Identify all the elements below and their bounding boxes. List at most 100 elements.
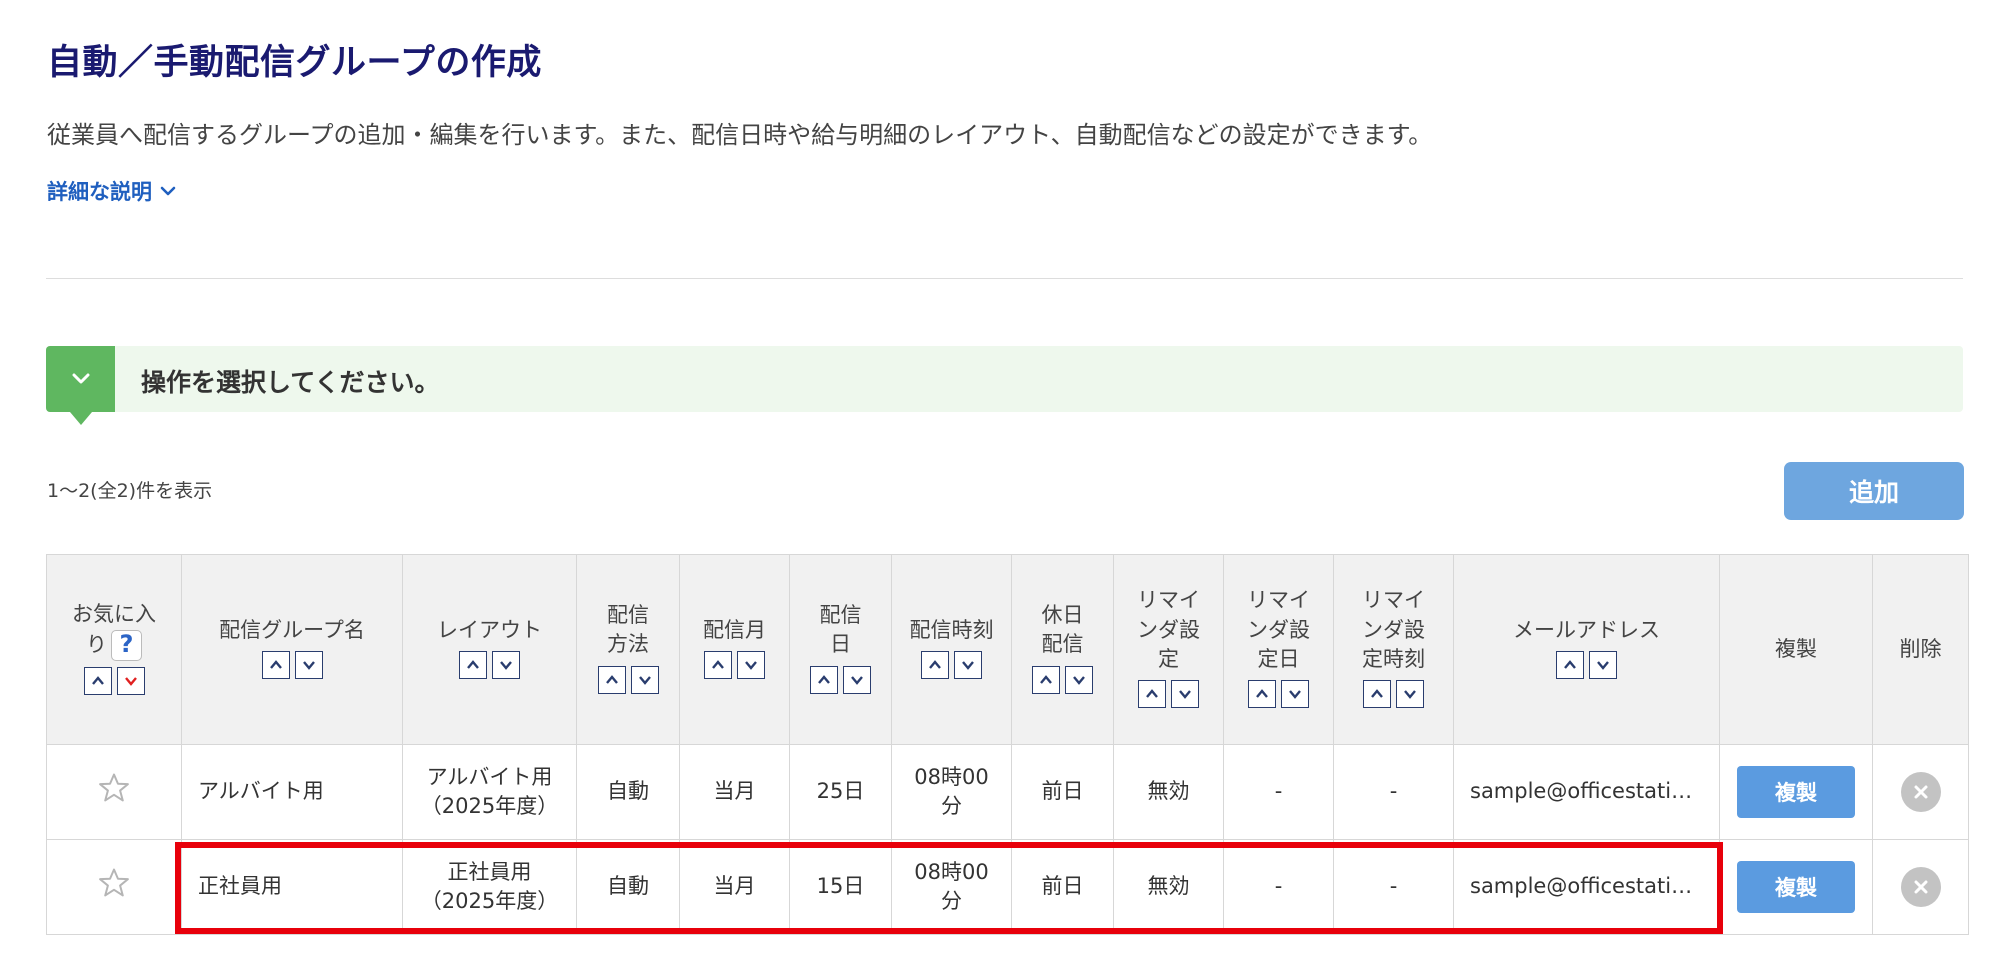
sort-controls	[1556, 651, 1617, 679]
chevron-down-icon	[1073, 675, 1085, 685]
chevron-up-icon	[818, 674, 830, 684]
sort-controls	[921, 651, 982, 679]
header-email: メールアドレス	[1453, 554, 1720, 745]
operation-toggle-button[interactable]	[46, 346, 115, 425]
favorite-cell	[46, 744, 182, 840]
time-minute: 分	[941, 794, 962, 818]
sort-desc-button[interactable]	[1171, 680, 1199, 709]
sort-desc-button[interactable]	[492, 651, 520, 679]
page-description: 従業員へ配信するグループの追加・編集を行います。また、配信日時や給与明細のレイア…	[47, 121, 1433, 149]
group-name-cell[interactable]: アルバイト用	[181, 744, 403, 840]
sort-desc-button[interactable]	[843, 665, 871, 694]
sort-desc-button[interactable]	[1396, 680, 1424, 709]
chevron-up-icon	[1146, 689, 1158, 699]
sort-asc-button[interactable]	[1556, 651, 1584, 679]
header-group-name-label: 配信グループ名	[219, 617, 365, 642]
sort-controls	[810, 665, 871, 694]
method-cell: 自動	[576, 744, 680, 840]
chevron-up-icon	[91, 675, 104, 685]
day-cell: 15日	[789, 839, 892, 935]
header-duplicate: 複製	[1719, 554, 1873, 745]
sort-controls	[1248, 680, 1309, 709]
chevron-down-icon	[160, 186, 176, 196]
close-icon	[1914, 880, 1927, 894]
sort-asc-button[interactable]	[1032, 665, 1060, 694]
chevron-up-icon	[1371, 689, 1383, 699]
duplicate-cell: 複製	[1719, 839, 1873, 935]
chevron-down-icon	[302, 661, 315, 670]
chevron-down-icon	[962, 661, 974, 670]
chevron-down-icon	[1179, 690, 1191, 700]
favorite-star-icon[interactable]	[97, 771, 131, 813]
help-icon[interactable]: ?	[111, 629, 142, 661]
add-button[interactable]: 追加	[1784, 462, 1964, 520]
close-icon	[1914, 785, 1927, 799]
favorite-star-icon[interactable]	[97, 866, 131, 908]
page-title: 自動／手動配信グループの作成	[47, 43, 542, 83]
sort-desc-button[interactable]	[954, 651, 982, 679]
delete-button[interactable]	[1900, 772, 1941, 812]
header-email-label: メールアドレス	[1513, 617, 1660, 642]
layout-year: （2025年度）	[420, 794, 559, 818]
header-month: 配信月	[679, 554, 790, 745]
holiday-cell: 前日	[1011, 839, 1114, 935]
header-layout-label: レイアウト	[437, 617, 542, 642]
sort-controls	[83, 666, 145, 695]
chevron-up-icon	[1256, 689, 1268, 699]
holiday-cell: 前日	[1011, 744, 1114, 840]
time-hour: 08時00	[914, 764, 989, 789]
email-cell: sample@officestati…	[1453, 839, 1720, 935]
delete-cell	[1872, 744, 1969, 840]
sort-asc-button[interactable]	[83, 666, 112, 695]
header-reminder-label: リマインダ設定	[1137, 588, 1200, 671]
table-header-row: お気に入り? 配信グループ名 レイアウト 配信方法 配信月 配信日 配信時刻 休…	[46, 554, 1969, 745]
header-reminder: リマインダ設定	[1113, 554, 1224, 745]
layout-cell: アルバイト用 （2025年度）	[402, 744, 577, 840]
group-name-cell[interactable]: 正社員用	[181, 839, 403, 935]
sort-asc-button[interactable]	[1248, 680, 1276, 709]
sort-desc-button[interactable]	[294, 651, 323, 679]
sort-asc-button[interactable]	[1138, 680, 1166, 709]
duplicate-button[interactable]: 複製	[1737, 861, 1855, 913]
day-cell: 25日	[789, 744, 892, 840]
reminder-cell: 無効	[1113, 839, 1224, 935]
sort-desc-button[interactable]	[737, 651, 765, 679]
chevron-down-icon	[1289, 690, 1301, 700]
header-reminder-time: リマインダ設定時刻	[1333, 554, 1454, 745]
sort-desc-button[interactable]	[1065, 665, 1093, 694]
sort-asc-button[interactable]	[810, 665, 838, 694]
duplicate-button[interactable]: 複製	[1737, 766, 1855, 818]
chevron-down-icon	[1404, 690, 1416, 700]
sort-asc-button[interactable]	[921, 651, 949, 679]
sort-desc-button[interactable]	[116, 666, 145, 695]
chevron-down-icon	[72, 373, 89, 384]
section-divider	[46, 278, 1963, 279]
time-cell: 08時00 分	[891, 839, 1012, 935]
delete-button[interactable]	[1900, 867, 1941, 907]
sort-asc-button[interactable]	[459, 651, 487, 679]
header-time: 配信時刻	[891, 554, 1012, 745]
reminder-cell: 無効	[1113, 744, 1224, 840]
chevron-down-icon	[1597, 661, 1609, 670]
layout-name: 正社員用	[447, 859, 532, 884]
header-method: 配信方法	[576, 554, 680, 745]
detail-explanation-link[interactable]: 詳細な説明	[47, 176, 178, 206]
chevron-down-icon	[638, 675, 651, 685]
sort-controls	[1138, 680, 1199, 709]
time-minute: 分	[941, 889, 962, 913]
sort-asc-button[interactable]	[597, 665, 626, 694]
layout-name: アルバイト用	[426, 764, 553, 789]
sort-controls	[597, 665, 659, 694]
sort-asc-button[interactable]	[704, 651, 732, 679]
chevron-up-icon	[1040, 674, 1052, 684]
sort-desc-button[interactable]	[1589, 651, 1617, 679]
sort-desc-button[interactable]	[630, 665, 659, 694]
chevron-down-icon	[851, 675, 863, 685]
header-time-label: 配信時刻	[909, 617, 994, 642]
reminder-day-cell: -	[1223, 744, 1334, 840]
sort-desc-button[interactable]	[1281, 680, 1309, 709]
sort-asc-button[interactable]	[261, 651, 290, 679]
sort-asc-button[interactable]	[1363, 680, 1391, 709]
operation-bar: 操作を選択してください。	[46, 346, 1963, 425]
header-layout: レイアウト	[402, 554, 577, 745]
